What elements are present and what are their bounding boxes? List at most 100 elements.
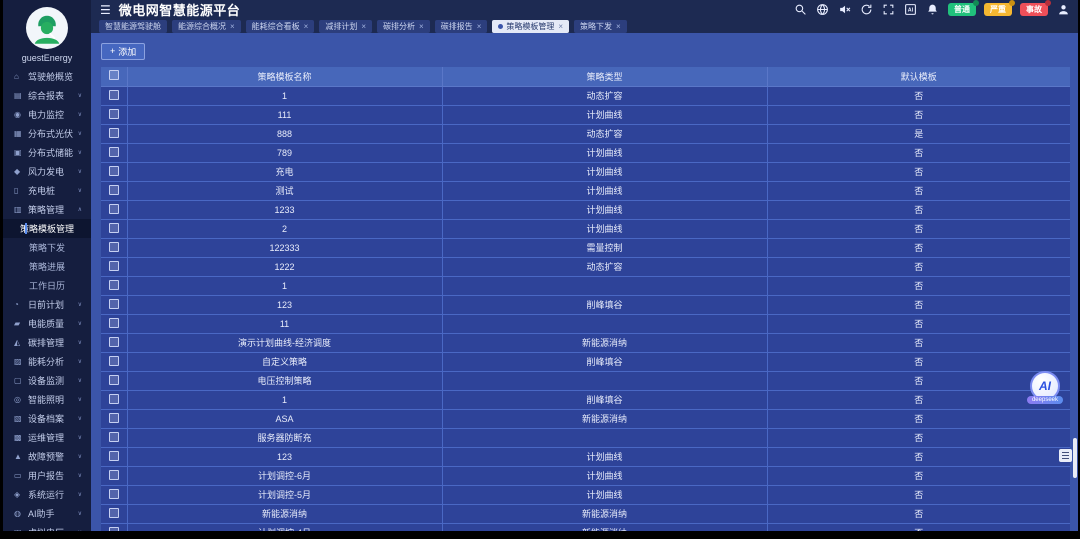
tab-label: 能耗综合看板 [251,22,300,31]
sidebar-item-label: AI助手 [28,509,55,519]
sidebar-item-综合报表[interactable]: ▤ 综合报表 ∨ [3,86,91,105]
globe-icon[interactable] [816,3,829,16]
cell-default-template: 否 [767,409,1070,429]
cell-default-template: 否 [767,523,1070,531]
sidebar-item-分布式储能[interactable]: ▣ 分布式储能 ∨ [3,143,91,162]
tab-能源综合概况[interactable]: 能源综合概况 × [172,20,241,33]
sidebar-item-分布式光伏[interactable]: ▦ 分布式光伏 ∨ [3,124,91,143]
row-checkbox[interactable] [108,450,119,461]
tab-close-icon[interactable]: × [361,22,366,31]
add-button[interactable]: + 添加 [101,42,146,60]
sidebar-item-故障预警[interactable]: ▲ 故障预警 ∨ [3,447,91,466]
cell-default-template: 否 [767,314,1070,334]
sidebar-item-系统运行[interactable]: ◈ 系统运行 ∨ [3,485,91,504]
add-button-label: 添加 [118,46,137,57]
row-checkbox[interactable] [108,203,119,214]
tab-close-icon[interactable]: × [558,22,563,31]
sidebar-item-日前计划[interactable]: ◔ 日前计划 ∨ [3,295,91,314]
refresh-icon[interactable] [860,3,873,16]
sidebar-item-电力监控[interactable]: ◉ 电力监控 ∨ [3,105,91,124]
fullscreen-icon[interactable] [882,3,895,16]
avatar[interactable] [26,7,68,49]
alarm-badge-严重[interactable]: 严重 [984,0,1015,16]
sidebar-subitem-策略下发[interactable]: 策略下发 [3,238,91,257]
tab-close-icon[interactable]: × [477,22,482,31]
cell-strategy-type: 计划曲线 [442,485,768,505]
bell-icon[interactable] [926,3,939,16]
sidebar-item-运维管理[interactable]: ▩ 运维管理 ∨ [3,428,91,447]
row-checkbox[interactable] [108,127,119,138]
tab-能耗综合看板[interactable]: 能耗综合看板 × [245,20,315,33]
cell-strategy-type: 削峰填谷 [442,295,768,315]
row-checkbox-cell [101,409,128,429]
report-icon: ▤ [14,91,22,100]
row-checkbox[interactable] [108,469,119,480]
tab-close-icon[interactable]: × [230,22,235,31]
select-all-checkbox[interactable] [108,70,119,80]
row-checkbox[interactable] [108,165,119,176]
sidebar-item-设备档案[interactable]: ▧ 设备档案 ∨ [3,409,91,428]
ai-box-icon[interactable]: AI [904,3,917,16]
row-checkbox[interactable] [108,336,119,347]
row-checkbox[interactable] [108,146,119,157]
row-checkbox-cell [101,352,128,372]
row-checkbox[interactable] [108,412,119,423]
tab-策略模板管理[interactable]: 策略模板管理 × [492,20,570,33]
sidebar-item-设备监测[interactable]: ▢ 设备监测 ∨ [3,371,91,390]
mute-icon[interactable] [838,3,851,16]
row-checkbox[interactable] [108,317,119,328]
tab-智慧能源驾驶舱[interactable]: 智慧能源驾驶舱 [99,20,167,33]
row-checkbox[interactable] [108,431,119,442]
row-checkbox[interactable] [108,108,119,119]
row-checkbox[interactable] [108,507,119,518]
tab-close-icon[interactable]: × [304,22,309,31]
cell-default-template: 否 [767,371,1070,391]
search-icon[interactable] [794,3,807,16]
vertical-scrollbar-thumb[interactable] [1073,438,1077,478]
table-row: 演示计划曲线-经济调度 新能源消纳否 [101,333,1070,353]
row-checkbox[interactable] [108,526,119,531]
row-checkbox[interactable] [108,241,119,252]
sidebar-item-label: 能耗分析 [28,357,65,367]
chevron-down-icon: ∨ [77,378,82,384]
tab-碳排分析[interactable]: 碳排分析 × [377,20,430,33]
row-checkbox[interactable] [108,374,119,385]
cell-strategy-type: 新能源消纳 [442,409,768,429]
sidebar-item-虚拟电厂[interactable]: ◫虚拟电厂∨ [3,523,91,531]
sidebar-subitem-策略模板管理[interactable]: 策略模板管理 [3,219,91,238]
sidebar-item-能耗分析[interactable]: ▨ 能耗分析 ∨ [3,352,91,371]
row-checkbox[interactable] [108,298,119,309]
alarm-badge-普通[interactable]: 普通 [948,0,979,16]
ai-assistant-float-button[interactable]: AI deepseek [1026,371,1063,404]
tab-策略下发[interactable]: 策略下发 × [574,20,627,33]
row-checkbox[interactable] [108,355,119,366]
sidebar-item-智能照明[interactable]: ◎ 智能照明 ∨ [3,390,91,409]
user-icon[interactable] [1057,3,1070,16]
sidebar-item-驾驶舱概览[interactable]: ⌂ 驾驶舱概览 [3,67,91,86]
sidebar-subitem-工作日历[interactable]: 工作日历 [3,276,91,295]
row-checkbox[interactable] [108,184,119,195]
hamburger-menu-icon[interactable]: ☰ [100,3,111,17]
sidebar-item-策略管理[interactable]: ▥ 策略管理 ∧ [3,200,91,219]
row-checkbox[interactable] [108,393,119,404]
sidebar-item-风力发电[interactable]: ◆ 风力发电 ∨ [3,162,91,181]
row-checkbox[interactable] [108,260,119,271]
sidebar-item-充电桩[interactable]: ▯ 充电桩 ∨ [3,181,91,200]
sidebar-item-电能质量[interactable]: ▰ 电能质量 ∨ [3,314,91,333]
tab-close-icon[interactable]: × [616,22,621,31]
row-checkbox[interactable] [108,222,119,233]
side-panel-handle[interactable] [1059,449,1072,462]
tab-减排计划[interactable]: 减排计划 × [319,20,373,33]
alarm-badge-事故[interactable]: 事故 [1020,0,1051,16]
ai-brand-label: deepseek [1026,396,1063,404]
row-checkbox-cell [101,447,128,467]
sidebar-subitem-策略进展[interactable]: 策略进展 [3,257,91,276]
row-checkbox[interactable] [108,89,119,100]
row-checkbox[interactable] [108,488,119,499]
tab-碳排报告[interactable]: 碳排报告 × [434,20,488,33]
sidebar-item-碳排管理[interactable]: ◭ 碳排管理 ∨ [3,333,91,352]
sidebar-item-AI助手[interactable]: ◍ AI助手 ∨ [3,504,91,523]
row-checkbox[interactable] [108,279,119,290]
sidebar-item-用户报告[interactable]: ▭ 用户报告 ∨ [3,466,91,485]
tab-close-icon[interactable]: × [419,22,424,31]
